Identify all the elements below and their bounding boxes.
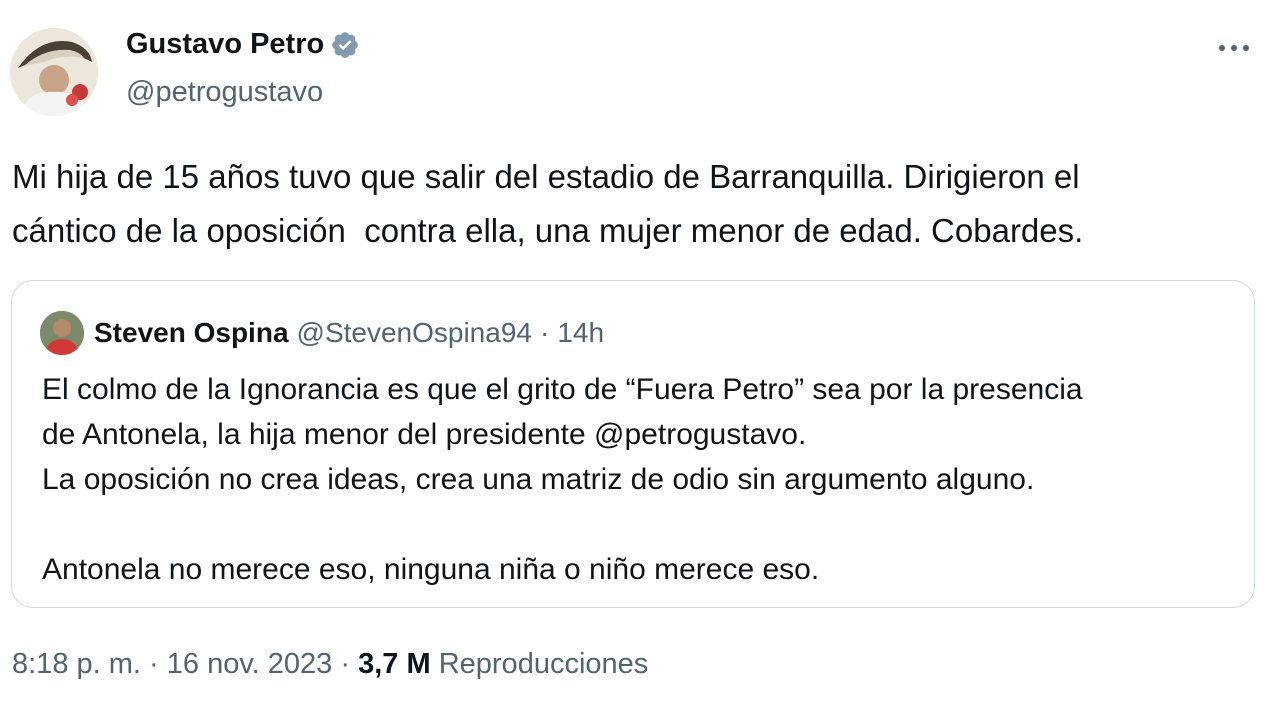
timestamp-time[interactable]: 8:18 p. m. <box>12 648 141 680</box>
quoted-author-name[interactable]: Steven Ospina <box>94 317 289 349</box>
views-count: 3,7 M <box>358 648 431 680</box>
footer-separator: · <box>149 648 159 680</box>
quoted-tweet-text: El colmo de la Ignorancia es que el grit… <box>42 373 1083 586</box>
quoted-profile-photo-icon <box>40 311 84 355</box>
quoted-separator: · <box>539 317 550 348</box>
quoted-author-avatar[interactable] <box>40 311 84 355</box>
views-label: Reproducciones <box>438 648 649 680</box>
author-name[interactable]: Gustavo Petro <box>126 28 324 61</box>
author-avatar[interactable] <box>10 28 98 116</box>
more-options-icon[interactable] <box>1216 36 1252 60</box>
footer-separator-2: · <box>340 648 351 680</box>
verified-badge-icon <box>332 31 359 58</box>
quoted-author-handle[interactable]: @StevenOspina94 <box>297 317 532 349</box>
author-handle[interactable]: @petrogustavo <box>126 76 323 109</box>
timestamp-date[interactable]: 16 nov. 2023 <box>167 648 333 680</box>
tweet-footer: 8:18 p. m. · 16 nov. 2023 · 3,7 M Reprod… <box>12 648 648 681</box>
tweet-text: Mi hija de 15 años tuvo que salir del es… <box>12 158 1084 249</box>
quoted-tweet-card[interactable]: Steven Ospina @StevenOspina94 · 14h El c… <box>11 280 1255 608</box>
quoted-time[interactable]: 14h <box>557 317 604 349</box>
profile-photo-icon <box>10 28 98 116</box>
